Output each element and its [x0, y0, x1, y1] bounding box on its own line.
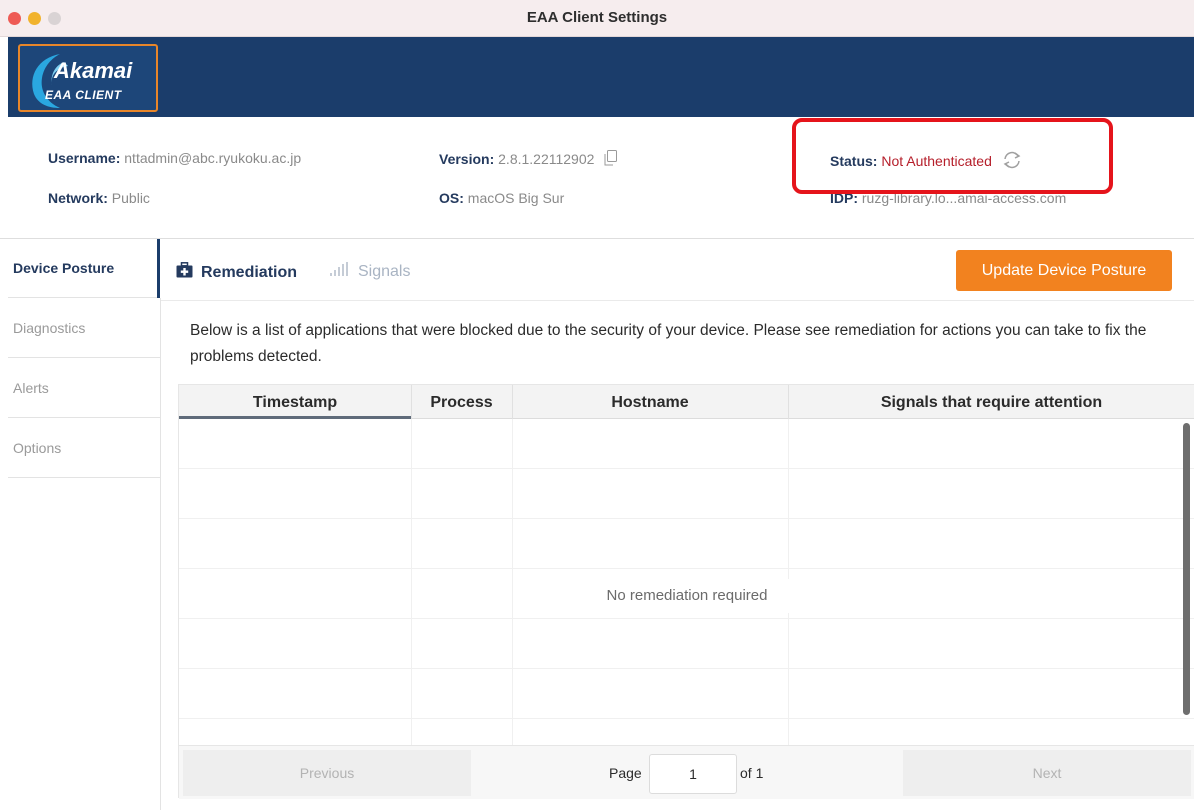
remediation-table: Timestamp Process Hostname Signals that … — [178, 384, 1194, 799]
username-value: nttadmin@abc.ryukoku.ac.jp — [124, 150, 302, 166]
window-title: EAA Client Settings — [526, 9, 668, 26]
status-info: Status: Not Authenticated — [830, 150, 1023, 173]
os-value: macOS Big Sur — [467, 190, 565, 206]
brand-name: Akamai — [54, 58, 133, 83]
refresh-icon[interactable] — [1001, 150, 1023, 173]
column-header-timestamp[interactable]: Timestamp — [179, 385, 411, 419]
tab-remediation-label: Remediation — [201, 263, 298, 281]
tab-signals[interactable]: Signals — [330, 262, 410, 281]
page-label: Page — [609, 765, 642, 781]
table-body: No remediation required — [179, 419, 1194, 745]
network-info: Network: Public — [48, 190, 150, 206]
column-header-hostname[interactable]: Hostname — [512, 385, 788, 419]
copy-icon[interactable] — [604, 150, 618, 169]
os-label: OS: — [439, 190, 464, 206]
status-label: Status: — [830, 153, 878, 169]
sidebar-item-device-posture[interactable]: Device Posture — [8, 239, 160, 298]
tab-remediation[interactable]: Remediation — [176, 262, 297, 283]
column-divider — [512, 419, 513, 745]
description-text: Below is a list of applications that wer… — [190, 322, 1147, 365]
column-header-signals[interactable]: Signals that require attention — [788, 385, 1194, 419]
sidebar-divider — [160, 298, 161, 810]
username-label: Username: — [48, 150, 121, 166]
version-label: Version: — [439, 151, 495, 167]
signal-bars-icon — [330, 262, 350, 281]
title-bar: EAA Client Settings — [0, 0, 1194, 37]
status-value: Not Authenticated — [881, 153, 992, 169]
row-divider — [179, 518, 1194, 519]
network-value: Public — [111, 190, 150, 206]
row-divider — [179, 668, 1194, 669]
tab-divider — [161, 300, 1194, 301]
table-header: Timestamp Process Hostname Signals that … — [179, 385, 1194, 419]
sidebar-item-diagnostics[interactable]: Diagnostics — [8, 299, 160, 358]
previous-page-button[interactable]: Previous — [183, 750, 471, 796]
empty-table-message: No remediation required — [574, 579, 800, 613]
network-label: Network: — [48, 190, 108, 206]
version-info: Version: 2.8.1.22112902 — [439, 150, 618, 169]
brand-header — [8, 37, 1194, 117]
pagination-bar: Previous Page of 1 Next — [179, 745, 1194, 799]
sidebar-active-indicator — [157, 239, 160, 298]
sidebar-item-options[interactable]: Options — [8, 419, 160, 478]
os-info: OS: macOS Big Sur — [439, 190, 564, 206]
sidebar-item-alerts[interactable]: Alerts — [8, 359, 160, 418]
sidebar: Device Posture Diagnostics Alerts Option… — [0, 239, 160, 810]
table-scrollbar[interactable] — [1183, 423, 1190, 715]
column-divider — [411, 419, 412, 745]
row-divider — [179, 468, 1194, 469]
tab-signals-label: Signals — [358, 262, 411, 280]
username-info: Username: nttadmin@abc.ryukoku.ac.jp — [48, 150, 301, 166]
row-divider — [179, 618, 1194, 619]
brand-product: EAA CLIENT — [45, 88, 122, 102]
column-header-process[interactable]: Process — [411, 385, 512, 419]
page-total-label: of 1 — [740, 765, 764, 781]
update-device-posture-button[interactable]: Update Device Posture — [956, 250, 1172, 291]
row-divider — [179, 718, 1194, 719]
page-number-input[interactable] — [649, 754, 737, 794]
next-page-button[interactable]: Next — [903, 750, 1191, 796]
version-value: 2.8.1.22112902 — [498, 151, 595, 167]
header-divider — [0, 238, 1194, 239]
akamai-logo: Akamai EAA CLIENT — [18, 44, 158, 112]
row-divider — [179, 568, 1194, 569]
medkit-icon — [176, 262, 193, 283]
